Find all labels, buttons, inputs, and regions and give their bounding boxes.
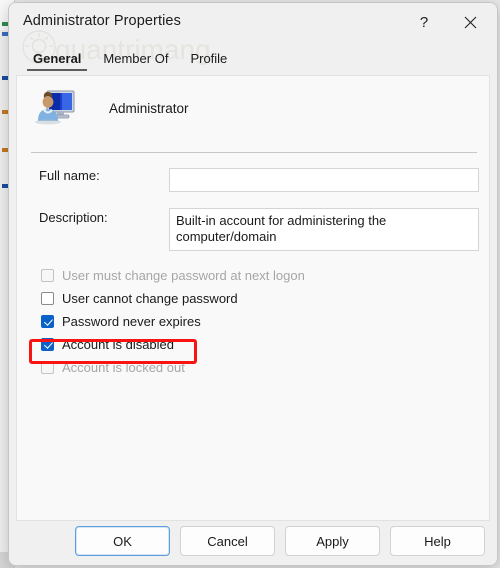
account-name: Administrator xyxy=(109,100,189,116)
tab-profile[interactable]: Profile xyxy=(180,48,237,71)
checkbox-password-never-expires[interactable]: Password never expires xyxy=(17,310,489,333)
dialog-button-row: OK Cancel Apply Help xyxy=(75,526,485,556)
dialog-footer: OK Cancel Apply Help xyxy=(9,521,497,565)
help-button[interactable]: Help xyxy=(390,526,485,556)
checkbox-label: Account is locked out xyxy=(62,360,185,375)
titlebar-help-button[interactable]: ? xyxy=(407,7,441,37)
checkbox-label: User cannot change password xyxy=(62,291,238,306)
checkbox-label: User must change password at next logon xyxy=(62,268,305,283)
description-input[interactable] xyxy=(169,208,479,251)
checkbox-user-must-change-password[interactable]: User must change password at next logon xyxy=(17,264,489,287)
close-icon xyxy=(464,16,476,28)
tab-profile-label: Profile xyxy=(190,51,228,66)
ok-button[interactable]: OK xyxy=(75,526,170,556)
checkbox-label: Password never expires xyxy=(62,314,201,329)
tab-member-of[interactable]: Member Of xyxy=(93,48,178,71)
checkbox-box xyxy=(41,361,54,374)
checkbox-box xyxy=(41,292,54,305)
checkbox-label: Account is disabled xyxy=(62,337,175,352)
tab-strip: General Member Of Profile xyxy=(9,43,497,71)
checkbox-box xyxy=(41,269,54,282)
description-row: Description: xyxy=(17,208,489,251)
full-name-label: Full name: xyxy=(39,168,100,183)
full-name-row: Full name: xyxy=(17,168,489,194)
description-label: Description: xyxy=(39,210,108,225)
cancel-button[interactable]: Cancel xyxy=(180,526,275,556)
checkbox-user-cannot-change-password[interactable]: User cannot change password xyxy=(17,287,489,310)
checkbox-box-checked xyxy=(41,338,54,351)
window-title: Administrator Properties xyxy=(23,13,181,29)
full-name-input[interactable] xyxy=(169,168,479,192)
checkbox-account-is-disabled[interactable]: Account is disabled xyxy=(17,333,489,356)
account-options-group: User must change password at next logon … xyxy=(17,264,489,379)
tab-member-of-label: Member Of xyxy=(103,51,169,66)
administrator-properties-dialog: Administrator Properties ? quantrimang G… xyxy=(8,2,498,566)
checkbox-box-checked xyxy=(41,315,54,328)
tab-general[interactable]: General xyxy=(23,48,91,71)
tab-general-label: General xyxy=(33,51,82,66)
header-divider xyxy=(31,152,477,153)
title-bar[interactable]: Administrator Properties ? xyxy=(9,3,497,43)
question-mark-icon: ? xyxy=(419,13,429,31)
titlebar-close-button[interactable] xyxy=(453,7,487,37)
account-header: Administrator xyxy=(33,88,189,128)
user-account-monitor-icon xyxy=(33,88,77,128)
checkbox-account-is-locked-out[interactable]: Account is locked out xyxy=(17,356,489,379)
apply-button[interactable]: Apply xyxy=(285,526,380,556)
general-tab-panel: Administrator Full name: Description: Us… xyxy=(16,75,490,521)
